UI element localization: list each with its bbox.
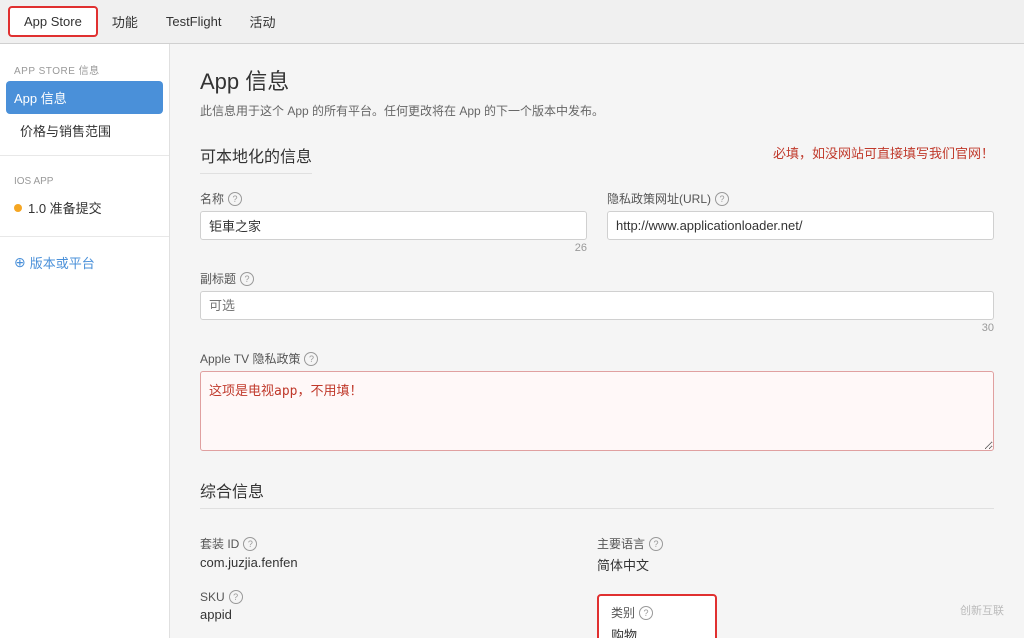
name-label: 名称 ? [200,190,587,207]
name-group: 名称 ? 26 [200,190,587,254]
lang-help-icon[interactable]: ? [649,537,663,551]
right-info-col: 主要语言 ? 简体中文 类别 ? 购物 [597,525,994,638]
comprehensive-section: 综合信息 套装 ID ? com.juzjia.fenfen SKU [200,478,994,638]
page-title: App 信息 [200,64,994,96]
page-subtitle: 此信息用于这个 App 的所有平台。任何更改将在 App 的下一个版本中发布。 [200,102,994,119]
sidebar-divider [0,155,169,156]
privacy-group: 隐私政策网址(URL) ? [607,190,994,240]
nav-activity[interactable]: 活动 [235,6,289,37]
appletv-label: Apple TV 隐私政策 ? [200,350,994,367]
subtitle-label: 副标题 ? [200,270,994,287]
sidebar-item-pricing[interactable]: 价格与销售范围 [0,114,169,147]
sidebar-ios-item[interactable]: 1.0 准备提交 [0,191,169,224]
localize-header: 可本地化的信息 必填，如没网站可直接填写我们官网！ [200,143,994,190]
nav-features[interactable]: 功能 [98,6,152,37]
platform-label: 版本或平台 [30,253,95,272]
top-nav: App Store 功能 TestFlight 活动 [0,0,1024,44]
subtitle-help-icon[interactable]: ? [240,272,254,286]
sidebar-divider2 [0,236,169,237]
sidebar-item-appinfo[interactable]: App 信息 [6,81,163,114]
sidebar-platform[interactable]: ⊕ 版本或平台 [0,245,169,280]
name-input[interactable] [200,211,587,240]
main-content: App 信息 此信息用于这个 App 的所有平台。任何更改将在 App 的下一个… [170,44,1024,638]
sku-item: SKU ? appid [200,580,597,632]
info-grid: 套装 ID ? com.juzjia.fenfen SKU ? appid [200,525,994,638]
left-info-col: 套装 ID ? com.juzjia.fenfen SKU ? appid [200,525,597,638]
privacy-label: 隐私政策网址(URL) ? [607,190,994,207]
ios-app-version: 1.0 准备提交 [28,198,102,217]
notice-text: 必填，如没网站可直接填写我们官网！ [773,143,994,162]
sku-value: appid [200,607,597,622]
privacy-help-icon[interactable]: ? [715,192,729,206]
subtitle-group: 副标题 ? 30 [200,270,994,334]
sidebar-ios-title: IOS APP [0,168,169,191]
bundle-id-value: com.juzjia.fenfen [200,555,597,570]
localize-section-title: 可本地化的信息 [200,143,312,174]
name-help-icon[interactable]: ? [228,192,242,206]
apple-id-item: Apple ID 1338152267 [200,632,597,638]
appletv-help-icon[interactable]: ? [304,352,318,366]
bundle-id-label: 套装 ID ? [200,535,597,552]
subtitle-char-count: 30 [200,322,994,334]
primary-lang-value: 简体中文 [597,555,994,574]
category-value: 购物 [611,625,703,638]
appletv-section: Apple TV 隐私政策 ? 这项是电视app，不用填！ [200,350,994,454]
name-char-count: 26 [200,242,587,254]
bundle-help-icon[interactable]: ? [243,537,257,551]
primary-lang-item: 主要语言 ? 简体中文 [597,525,994,584]
primary-lang-label: 主要语言 ? [597,535,994,552]
sku-help-icon[interactable]: ? [229,590,243,604]
subtitle-input[interactable] [200,291,994,320]
sidebar-ios-section: IOS APP 1.0 准备提交 [0,164,169,228]
comprehensive-title: 综合信息 [200,478,994,509]
nav-testflight[interactable]: TestFlight [152,8,236,35]
subtitle-row: 副标题 ? 30 [200,270,994,334]
plus-icon: ⊕ [14,254,26,271]
layout: APP STORE 信息 App 信息 价格与销售范围 IOS APP 1.0 … [0,44,1024,638]
category-label: 类别 ? [611,604,703,621]
sku-label: SKU ? [200,590,597,604]
watermark: 创新互联 [960,602,1004,618]
sidebar-appstore-title: APP STORE 信息 [0,54,169,81]
bundle-id-item: 套装 ID ? com.juzjia.fenfen [200,525,597,580]
category-help-icon[interactable]: ? [639,606,653,620]
sidebar: APP STORE 信息 App 信息 价格与销售范围 IOS APP 1.0 … [0,44,170,638]
privacy-input[interactable] [607,211,994,240]
appletv-textarea[interactable]: 这项是电视app，不用填！ [200,371,994,451]
category-item: 类别 ? 购物 [597,584,994,638]
status-dot [14,204,22,212]
name-privacy-row: 名称 ? 26 隐私政策网址(URL) ? [200,190,994,254]
nav-appstore[interactable]: App Store [8,6,98,37]
category-box: 类别 ? 购物 [597,594,717,638]
